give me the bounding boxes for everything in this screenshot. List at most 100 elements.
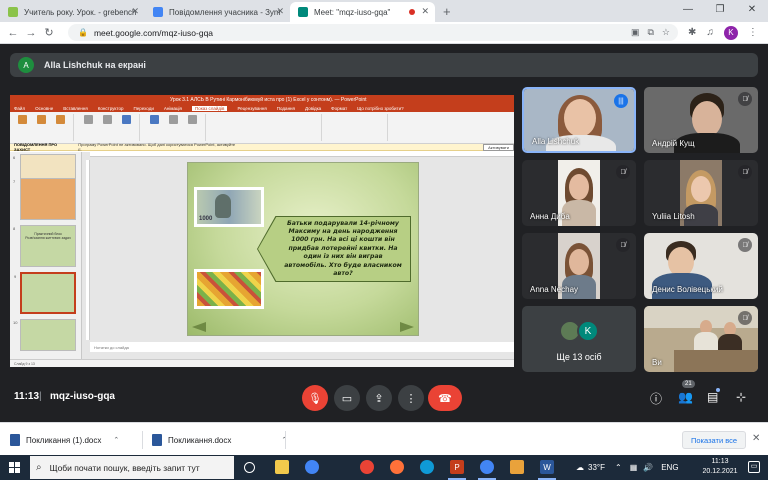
- tab-close-icon[interactable]: ✕: [421, 6, 429, 17]
- participant-avatar: K: [577, 320, 599, 342]
- window-controls: — ❐ ✕: [672, 0, 768, 20]
- url-text: meet.google.com/mqz-iuso-gqa: [93, 27, 214, 38]
- address-bar[interactable]: 🔒 meet.google.com/mqz-iuso-gqa ▣ ⧉ ☆: [68, 24, 678, 41]
- extensions-icon[interactable]: ✱: [688, 27, 696, 38]
- profile-avatar[interactable]: K: [723, 25, 738, 40]
- browser-tab-1[interactable]: Повідомлення учасника - Зуm ✕: [145, 2, 290, 22]
- portrait-icon: [215, 194, 231, 218]
- lock-icon[interactable]: 🔒: [78, 28, 88, 37]
- slide-thumbnail-title: Практичний блок Розв'язання життєвих зад…: [25, 232, 71, 241]
- participant-name: Анна Дибa: [530, 212, 570, 221]
- banknote-image: 1000: [194, 187, 264, 227]
- share-icon[interactable]: ⧉: [647, 27, 653, 38]
- volume-icon[interactable]: 🔊: [643, 463, 653, 472]
- download-filename: Покликання (1).docx: [26, 435, 102, 445]
- people-icon[interactable]: 👥 21: [678, 380, 695, 404]
- chrome-icon[interactable]: [360, 460, 374, 474]
- ribbon-group: [212, 114, 322, 141]
- ribbon-button-icon: [52, 114, 68, 125]
- photo-icon[interactable]: [510, 460, 524, 474]
- language-indicator[interactable]: ENG: [661, 463, 678, 472]
- banknote-value: 1000: [199, 216, 213, 222]
- ppt-tab: Рецензування: [237, 105, 267, 111]
- download-item[interactable]: Покликання.docx ⌃: [152, 431, 287, 449]
- ribbon-button-icon: [184, 114, 200, 125]
- recording-dot-icon: [409, 9, 415, 15]
- ribbon-button-icon: [33, 114, 49, 125]
- back-arrow-icon[interactable]: ←: [4, 27, 22, 39]
- notifications-icon[interactable]: ▭: [748, 461, 760, 473]
- participant-name: Ви: [652, 358, 662, 367]
- chat-icon[interactable]: ▤: [707, 388, 721, 404]
- browser-tab-0[interactable]: Учитель року. Урок. - grebench ✕: [0, 2, 145, 22]
- participant-name: Yuliia Litosh: [652, 212, 695, 221]
- present-screen-button[interactable]: ⇪: [366, 385, 392, 411]
- tab-title: Meet: "mqz-iuso-gqa": [314, 7, 391, 17]
- ppt-tab-active: Показ слайдів: [191, 105, 228, 111]
- word-icon[interactable]: W: [540, 460, 554, 474]
- browser-tab-2[interactable]: Meet: "mqz-iuso-gqa" ✕: [290, 2, 435, 22]
- firefox-icon[interactable]: [390, 460, 404, 474]
- ppt-tab: Формат: [331, 105, 348, 111]
- tab-favicon-icon: [153, 7, 163, 17]
- tab-close-icon[interactable]: ✕: [131, 6, 139, 17]
- maximize-button[interactable]: ❐: [704, 0, 736, 20]
- presenter-avatar: A: [18, 57, 34, 73]
- ppt-workspace: 6 7 8 Практичний блок Розв'язання життєв…: [10, 152, 514, 359]
- chrome-icon[interactable]: [305, 460, 319, 474]
- tray-chevron-icon[interactable]: ⌃: [615, 463, 622, 472]
- download-item[interactable]: Покликання (1).docx ⌃: [10, 431, 119, 449]
- ribbon-group: [328, 114, 388, 141]
- ppt-title-bar: Урок 3.1 АЛСЬ В Рутині Кармонібиюмуй ист…: [10, 95, 514, 104]
- camera-permission-icon[interactable]: ▣: [631, 27, 640, 38]
- new-tab-button[interactable]: +: [435, 4, 459, 22]
- search-icon: ⌕: [36, 462, 42, 473]
- meet-stage: A Alla Lishchuk на екрані Урок 3.1 АЛСЬ …: [0, 45, 768, 422]
- network-icon[interactable]: ▦: [630, 463, 638, 472]
- tab-close-icon[interactable]: ✕: [276, 6, 284, 17]
- windows-start-icon[interactable]: [9, 462, 20, 473]
- message-text: Програму PowerPoint не активовано. Щоб д…: [78, 142, 236, 152]
- menu-dots-icon[interactable]: ⋮: [748, 27, 758, 38]
- close-shelf-icon[interactable]: ✕: [752, 433, 760, 444]
- participant-tile[interactable]: 🎙̸ Anna Nechay: [522, 233, 636, 299]
- chrome-meet-icon[interactable]: [480, 460, 494, 474]
- taskbar-clock[interactable]: 11:13 20.12.2021: [700, 457, 740, 477]
- taskbar-search-box[interactable]: ⌕ Щоби почати пошук, введіть запит тут: [30, 456, 234, 479]
- callout-shape: Батьки подарували 14-річному Максиму на …: [258, 217, 410, 281]
- task-view-icon[interactable]: [244, 462, 255, 473]
- end-call-button[interactable]: ☎: [428, 385, 462, 411]
- forward-arrow-icon[interactable]: →: [22, 27, 40, 39]
- participant-tile[interactable]: 🎙̸ Андрiй Кущ: [644, 87, 758, 153]
- search-placeholder: Щоби почати пошук, введіть запит тут: [49, 462, 200, 473]
- participant-tile[interactable]: 🎙̸ Денис Волівецький: [644, 233, 758, 299]
- ribbon-button-icon: [80, 114, 96, 125]
- camera-toggle-button[interactable]: ▭: [334, 385, 360, 411]
- meeting-info-icon[interactable]: ⓘ: [650, 390, 662, 407]
- participant-tile[interactable]: 🎙̸ Анна Дибa: [522, 160, 636, 226]
- media-control-icon[interactable]: ♫: [706, 27, 714, 38]
- participant-tile[interactable]: ||| Alla Lishchuk: [522, 87, 636, 153]
- ribbon-button-icon: [118, 114, 134, 125]
- ppt-tab: Основне: [35, 105, 54, 111]
- edge-icon[interactable]: [420, 460, 434, 474]
- powerpoint-icon[interactable]: P: [450, 460, 464, 474]
- word-file-icon: [10, 434, 20, 446]
- mic-toggle-button[interactable]: 🎙: [302, 385, 328, 411]
- show-all-downloads-button[interactable]: Показати все: [682, 431, 747, 449]
- more-participants-tile[interactable]: K Ще 13 осіб: [522, 306, 636, 372]
- more-options-button[interactable]: ⋮: [398, 385, 424, 411]
- self-view-tile[interactable]: 🎙̸ Ви: [644, 306, 758, 372]
- reload-icon[interactable]: ↻: [40, 26, 58, 39]
- file-explorer-icon[interactable]: [275, 460, 289, 474]
- activities-icon[interactable]: ⊹: [736, 390, 746, 404]
- minimize-button[interactable]: —: [672, 0, 704, 20]
- lottery-tickets-image: [194, 269, 264, 309]
- weather-icon[interactable]: ☁: [576, 463, 584, 472]
- chevron-up-icon[interactable]: ⌃: [113, 436, 119, 444]
- participant-tile[interactable]: 🎙̸ Yuliia Litosh: [644, 160, 758, 226]
- close-window-button[interactable]: ✕: [736, 0, 768, 20]
- ppt-tab: Подання: [276, 105, 295, 111]
- bookmark-star-icon[interactable]: ☆: [662, 27, 670, 38]
- horizontal-ruler: [90, 152, 514, 157]
